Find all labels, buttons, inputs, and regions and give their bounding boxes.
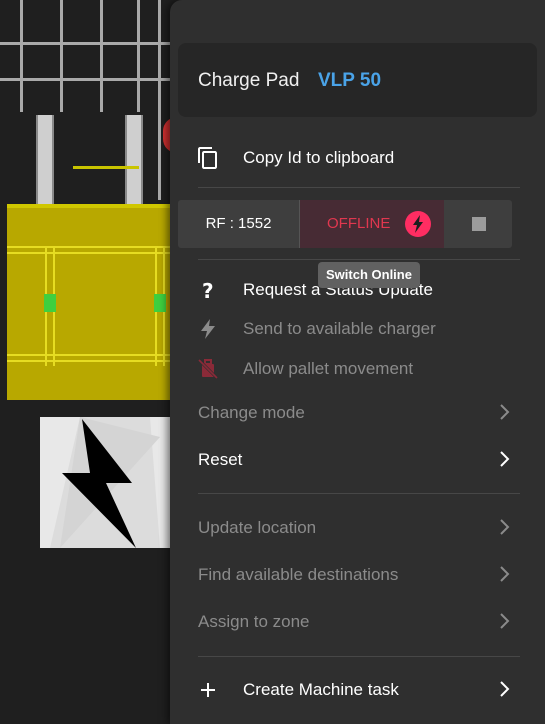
divider [198, 187, 520, 188]
plus-icon [196, 678, 220, 702]
update-location-label: Update location [198, 518, 317, 537]
object-name: VLP 50 [318, 70, 382, 91]
copy-id-item[interactable]: Copy Id to clipboard [170, 140, 545, 176]
copy-icon [196, 146, 220, 170]
chevron-right-icon [496, 563, 512, 585]
chevron-right-icon [496, 401, 512, 423]
pole [125, 115, 143, 205]
charge-pad-pallet[interactable] [7, 204, 177, 400]
rack-line [20, 0, 23, 112]
svg-text:?: ? [202, 279, 214, 302]
find-destinations-label: Find available destinations [198, 565, 399, 584]
change-mode-item[interactable]: Change mode [170, 395, 545, 431]
rack-line [100, 0, 103, 112]
reset-label: Reset [198, 450, 243, 469]
create-task-item[interactable]: Create Machine task [170, 672, 545, 708]
copy-id-label: Copy Id to clipboard [243, 148, 395, 167]
assign-zone-item[interactable]: Assign to zone [170, 604, 545, 640]
rack-line [137, 0, 140, 112]
charge-pad-bolt-icon[interactable] [40, 417, 170, 548]
rack-line [0, 78, 170, 81]
rf-status-bar: RF : 1552 OFFLINE [178, 200, 512, 248]
rf-label: RF : 1552 [205, 215, 272, 232]
rack-line [0, 42, 170, 45]
allow-pallet-item[interactable]: Allow pallet movement [170, 351, 545, 387]
menu-header: Charge Pad VLP 50 [178, 43, 537, 117]
lightning-icon[interactable] [405, 211, 431, 237]
pole [36, 115, 54, 205]
tooltip: Switch Online [318, 262, 420, 288]
screen: Charge Pad VLP 50 Copy Id to clipboard R… [0, 0, 545, 724]
status-label: OFFLINE [327, 215, 391, 232]
find-destinations-item[interactable]: Find available destinations [170, 557, 545, 593]
change-mode-label: Change mode [198, 403, 305, 422]
send-to-charger-item[interactable]: Send to available charger [170, 311, 545, 347]
chevron-right-icon [496, 678, 512, 700]
send-to-charger-label: Send to available charger [243, 319, 436, 338]
flash-icon [196, 317, 220, 341]
divider [198, 259, 520, 260]
object-type: Charge Pad [198, 70, 300, 91]
chevron-right-icon [496, 448, 512, 470]
update-location-item[interactable]: Update location [170, 510, 545, 546]
chevron-right-icon [496, 516, 512, 538]
stop-icon[interactable] [472, 217, 486, 231]
yellow-marker [73, 166, 139, 169]
rack-line [60, 0, 63, 112]
chevron-right-icon [496, 610, 512, 632]
divider [198, 656, 520, 657]
rack-line [158, 0, 161, 200]
divider [198, 493, 520, 494]
green-indicator [44, 294, 56, 312]
reset-item[interactable]: Reset [170, 442, 545, 478]
context-menu: Charge Pad VLP 50 Copy Id to clipboard R… [170, 0, 545, 724]
green-indicator [154, 294, 166, 312]
create-task-label: Create Machine task [243, 680, 399, 699]
question-icon: ? [196, 278, 220, 303]
assign-zone-label: Assign to zone [198, 612, 310, 631]
no-luggage-icon [196, 357, 220, 381]
allow-pallet-label: Allow pallet movement [243, 359, 414, 378]
online-toggle[interactable]: OFFLINE [300, 200, 444, 248]
